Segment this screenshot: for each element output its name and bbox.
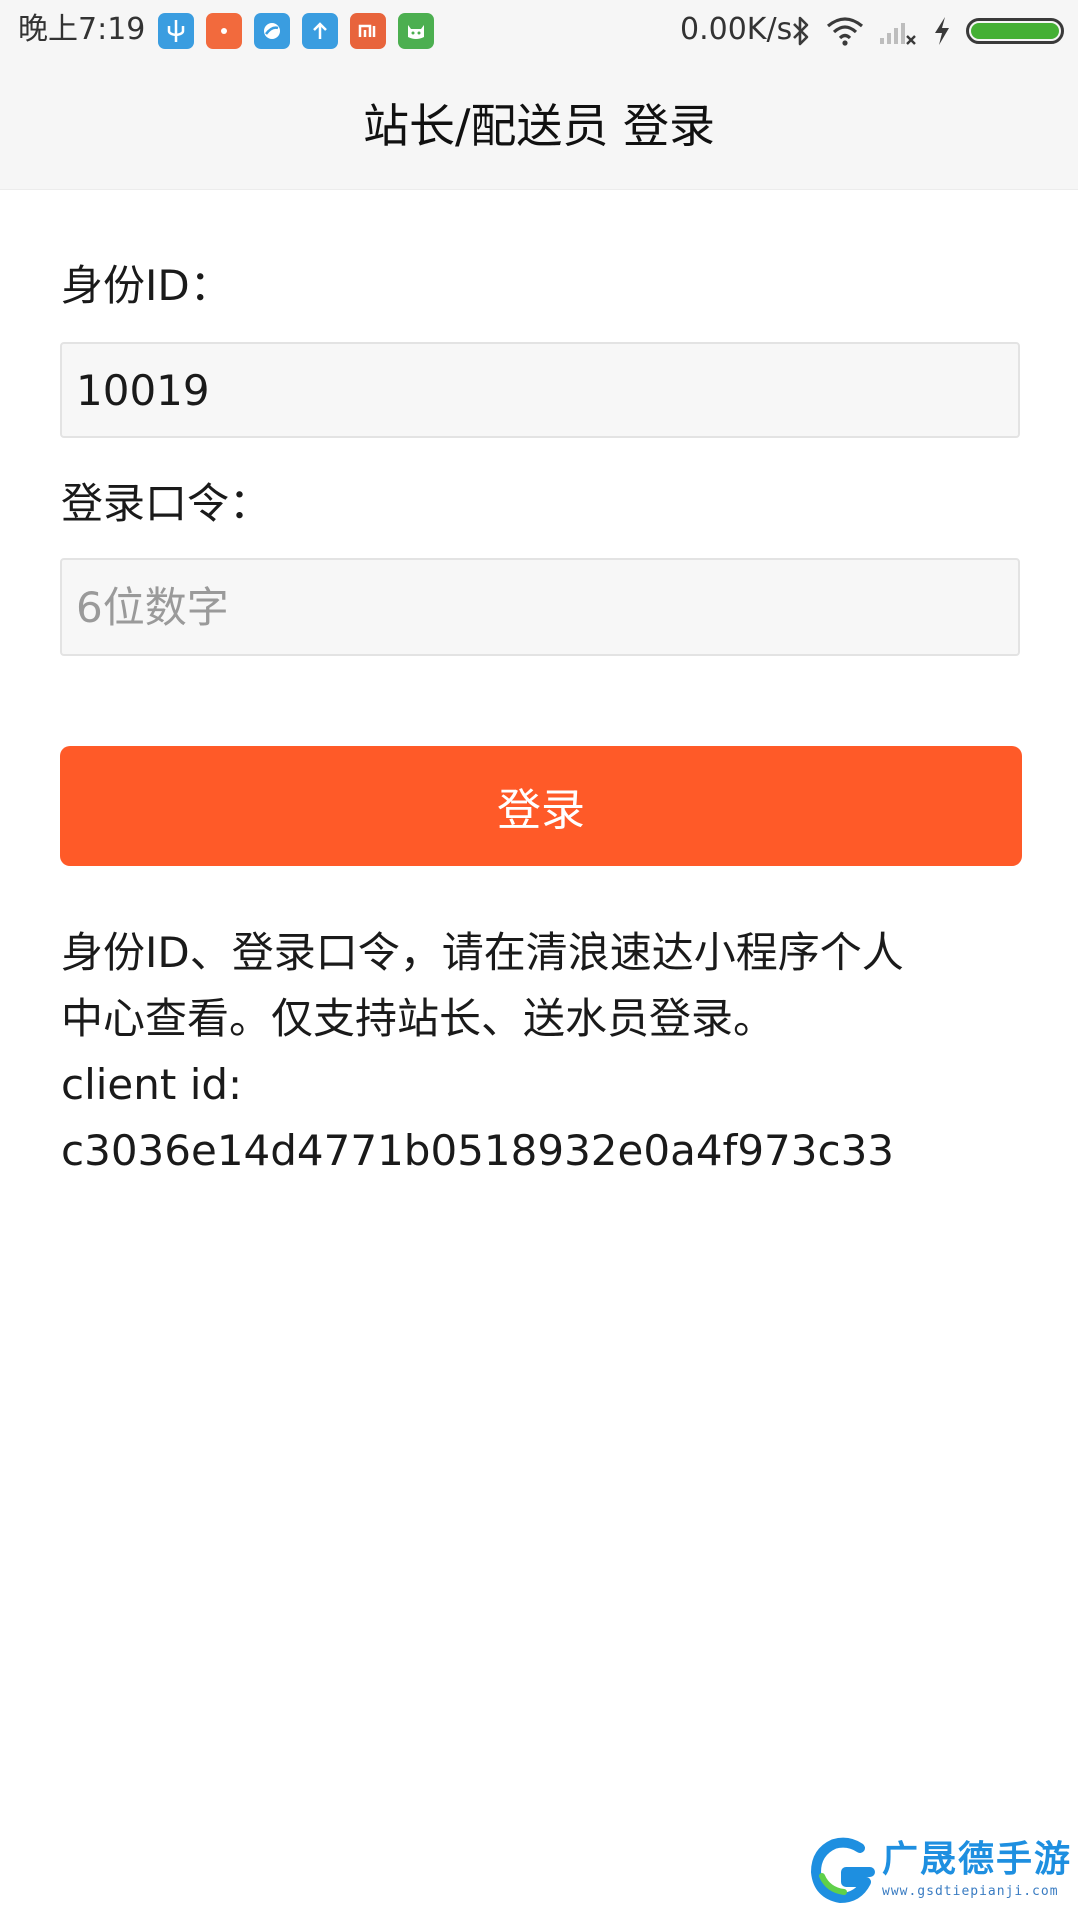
login-button[interactable]: 登录 (60, 746, 1022, 866)
password-input[interactable] (60, 558, 1020, 656)
app-orange-icon (206, 13, 242, 49)
status-bar: 晚上7:19 0.00K/s (0, 0, 1078, 62)
page-title: 站长/配送员 登录 (362, 99, 716, 153)
info-line-1: 身份ID、登录口令，请在清浪速达小程序个人 (61, 928, 904, 977)
charging-icon (935, 17, 949, 45)
info-line-2: 中心查看。仅支持站长、送水员登录。 (61, 994, 776, 1043)
id-label: 身份ID： (61, 261, 232, 310)
browser-icon (254, 13, 290, 49)
client-id-value: c3036e14d4771b0518932e0a4f973c33 (61, 1126, 895, 1175)
watermark-logo-icon (811, 1837, 875, 1903)
info-text: 身份ID、登录口令，请在清浪速达小程序个人 中心查看。仅支持站长、送水员登录。 … (61, 920, 1021, 1184)
upload-icon (302, 13, 338, 49)
watermark: 广晟德手游 www.gsdtiepianji.com (808, 1836, 1070, 1904)
battery-level-fill (971, 23, 1059, 39)
signal-icon (880, 23, 916, 45)
id-input[interactable] (60, 342, 1020, 438)
watermark-url: www.gsdtiepianji.com (882, 1884, 1059, 1899)
cat-app-icon (398, 13, 434, 49)
status-time: 晚上7:19 (18, 12, 146, 47)
usb-icon (158, 13, 194, 49)
network-speed: 0.00K/s (680, 12, 793, 47)
mi-icon (350, 13, 386, 49)
bluetooth-icon (793, 16, 809, 46)
password-label: 登录口令： (61, 479, 272, 528)
wifi-icon (826, 17, 864, 46)
title-bar: 站长/配送员 登录 (0, 62, 1078, 190)
notification-icons (158, 13, 434, 49)
system-icons (790, 12, 1064, 50)
watermark-title: 广晟德手游 (882, 1839, 1073, 1880)
battery-icon (966, 18, 1064, 44)
client-id-label: client id: (61, 1060, 243, 1109)
